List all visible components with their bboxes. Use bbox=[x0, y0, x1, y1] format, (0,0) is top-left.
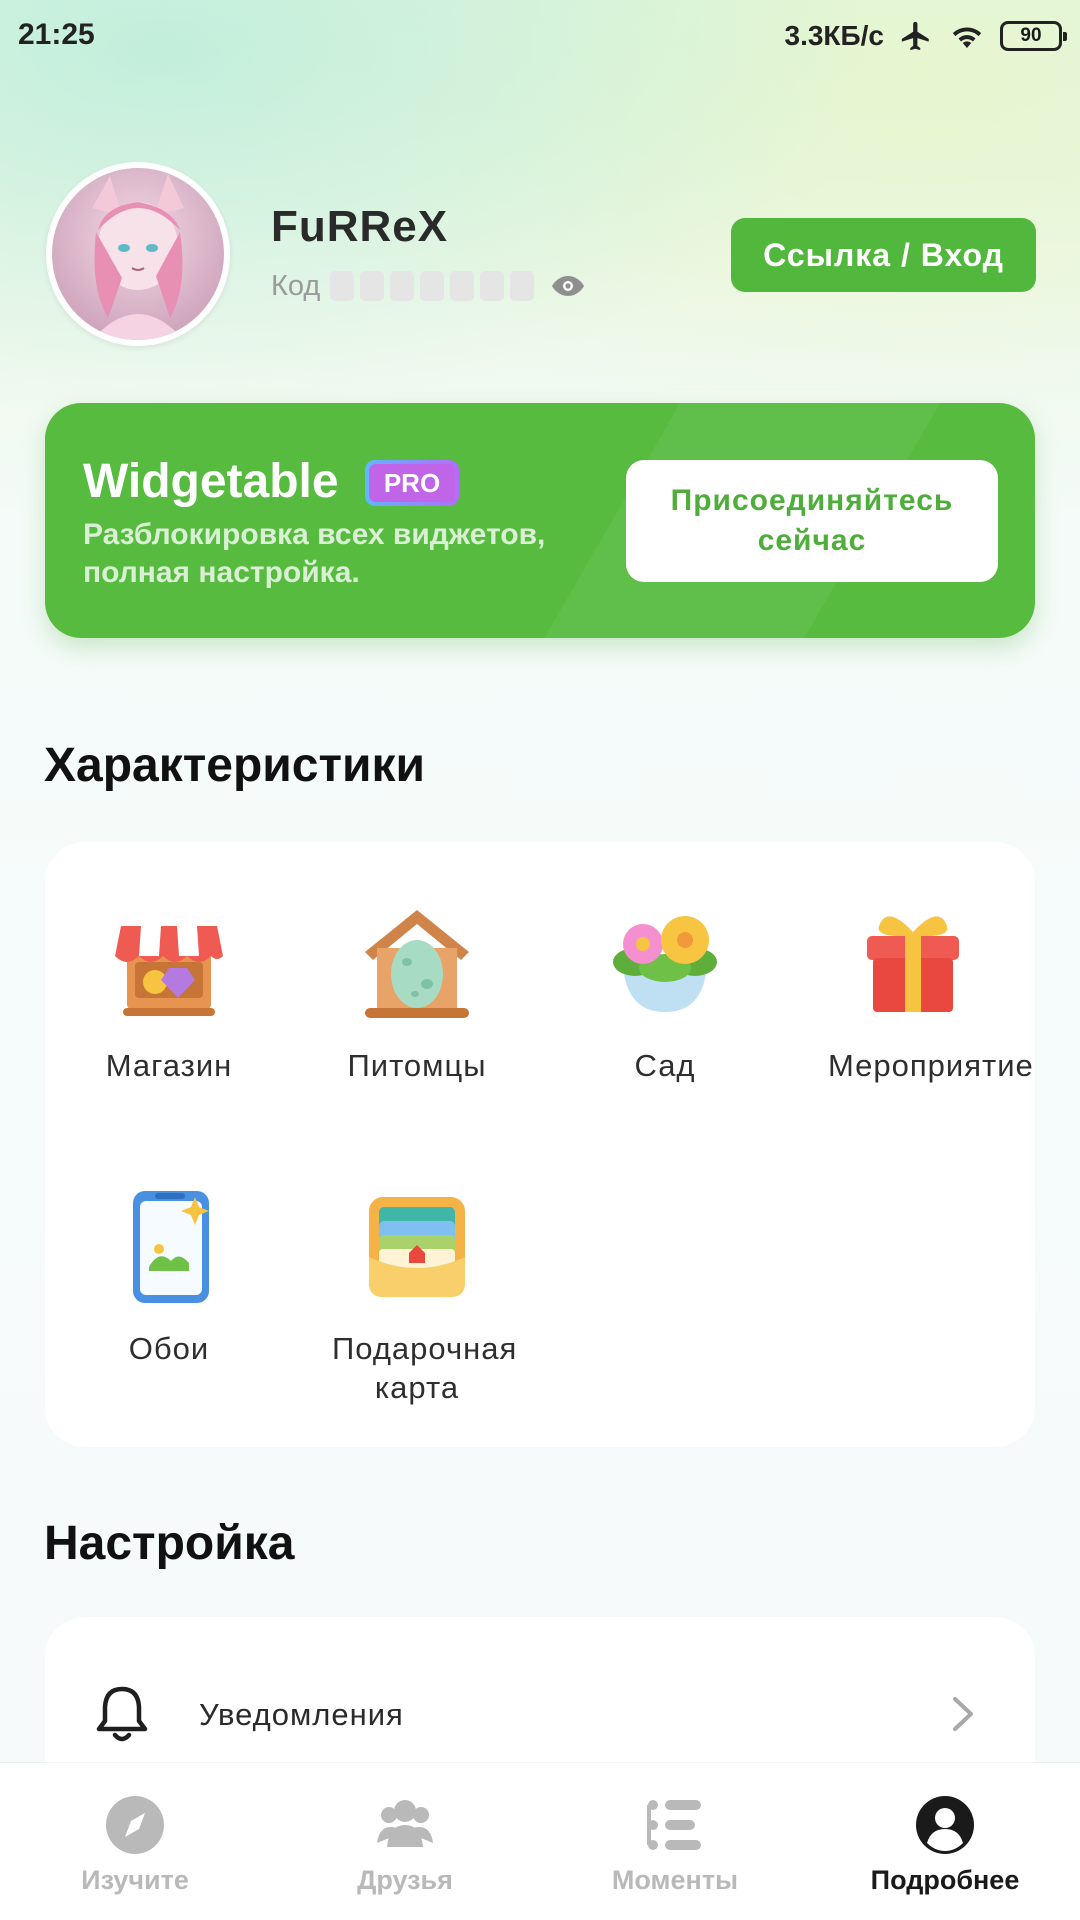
nav-label: Моменты bbox=[611, 1865, 739, 1895]
nav-friends[interactable]: Друзья bbox=[270, 1763, 540, 1920]
avatar-image bbox=[52, 168, 224, 340]
feature-label: Питомцы bbox=[347, 1048, 487, 1083]
feature-label: Подарочная карта bbox=[332, 1331, 518, 1405]
user-code-row: Код bbox=[271, 268, 586, 304]
moments-icon bbox=[647, 1800, 701, 1850]
join-now-button[interactable]: Присоединяйтесь сейчас bbox=[626, 460, 998, 582]
feature-shop[interactable]: Магазин bbox=[45, 904, 293, 1085]
avatar[interactable] bbox=[46, 162, 230, 346]
username: FuRReX bbox=[271, 202, 449, 251]
status-bar: 21:25 3.3КБ/с 90 bbox=[0, 0, 1080, 76]
bottom-nav: Изучите Друзья Моменты Подробнее bbox=[0, 1763, 1080, 1920]
network-speed: 3.3КБ/с bbox=[784, 20, 885, 51]
feature-pets[interactable]: Питомцы bbox=[293, 904, 541, 1085]
feature-label: Обои bbox=[128, 1331, 210, 1366]
eye-icon[interactable] bbox=[550, 274, 586, 298]
nav-label: Изучите bbox=[81, 1865, 189, 1895]
link-login-button[interactable]: Ссылка / Вход bbox=[731, 218, 1036, 292]
feature-label: Сад bbox=[634, 1048, 696, 1083]
settings-item-notifications[interactable]: Уведомления bbox=[45, 1661, 1035, 1769]
feature-label: Мероприятие bbox=[828, 1048, 1034, 1083]
airplane-icon bbox=[901, 21, 929, 51]
pro-banner[interactable]: Widgetable PRO Разблокировка всех виджет… bbox=[45, 403, 1035, 638]
compass-icon bbox=[106, 1796, 164, 1854]
nav-moments[interactable]: Моменты bbox=[540, 1763, 810, 1920]
nav-explore[interactable]: Изучите bbox=[0, 1763, 270, 1920]
nav-label: Друзья bbox=[357, 1865, 453, 1895]
pro-title: Widgetable bbox=[83, 455, 339, 508]
feature-event[interactable]: Мероприятие bbox=[789, 904, 1037, 1085]
wifi-icon bbox=[952, 27, 982, 49]
bell-icon bbox=[96, 1686, 148, 1742]
status-time: 21:25 bbox=[18, 18, 95, 51]
feature-wallpaper[interactable]: Обои bbox=[45, 1187, 293, 1368]
friends-icon bbox=[377, 1800, 433, 1847]
masked-code bbox=[330, 271, 535, 301]
feature-gift-card[interactable]: Подарочная карта bbox=[293, 1187, 541, 1407]
pro-badge: PRO bbox=[365, 460, 459, 506]
settings-title: Настройка bbox=[44, 1517, 295, 1570]
gift-icon bbox=[867, 916, 959, 1012]
nav-label: Подробнее bbox=[870, 1865, 1020, 1895]
pet-house-icon bbox=[365, 910, 469, 1018]
nav-more[interactable]: Подробнее bbox=[810, 1763, 1080, 1920]
settings-item-label: Уведомления bbox=[199, 1697, 404, 1732]
features-card: Магазин Питомцы Сад Мероприятие Обои Под… bbox=[45, 842, 1035, 1447]
features-title: Характеристики bbox=[44, 739, 426, 792]
code-label: Код bbox=[271, 269, 321, 302]
status-indicators: 3.3КБ/с 90 bbox=[784, 16, 1067, 56]
shop-icon bbox=[115, 926, 223, 1016]
feature-label: Магазин bbox=[105, 1048, 233, 1083]
battery-level: 90 bbox=[1020, 25, 1042, 46]
profile-icon bbox=[916, 1796, 974, 1854]
chevron-right-icon bbox=[953, 1697, 973, 1731]
battery-icon: 90 bbox=[1000, 21, 1067, 51]
feature-garden[interactable]: Сад bbox=[541, 904, 789, 1085]
garden-icon bbox=[613, 916, 717, 1012]
wallpaper-icon bbox=[133, 1191, 209, 1303]
pro-subtitle: Разблокировка всех виджетов, полная наст… bbox=[83, 518, 546, 589]
gift-card-icon bbox=[369, 1197, 465, 1297]
